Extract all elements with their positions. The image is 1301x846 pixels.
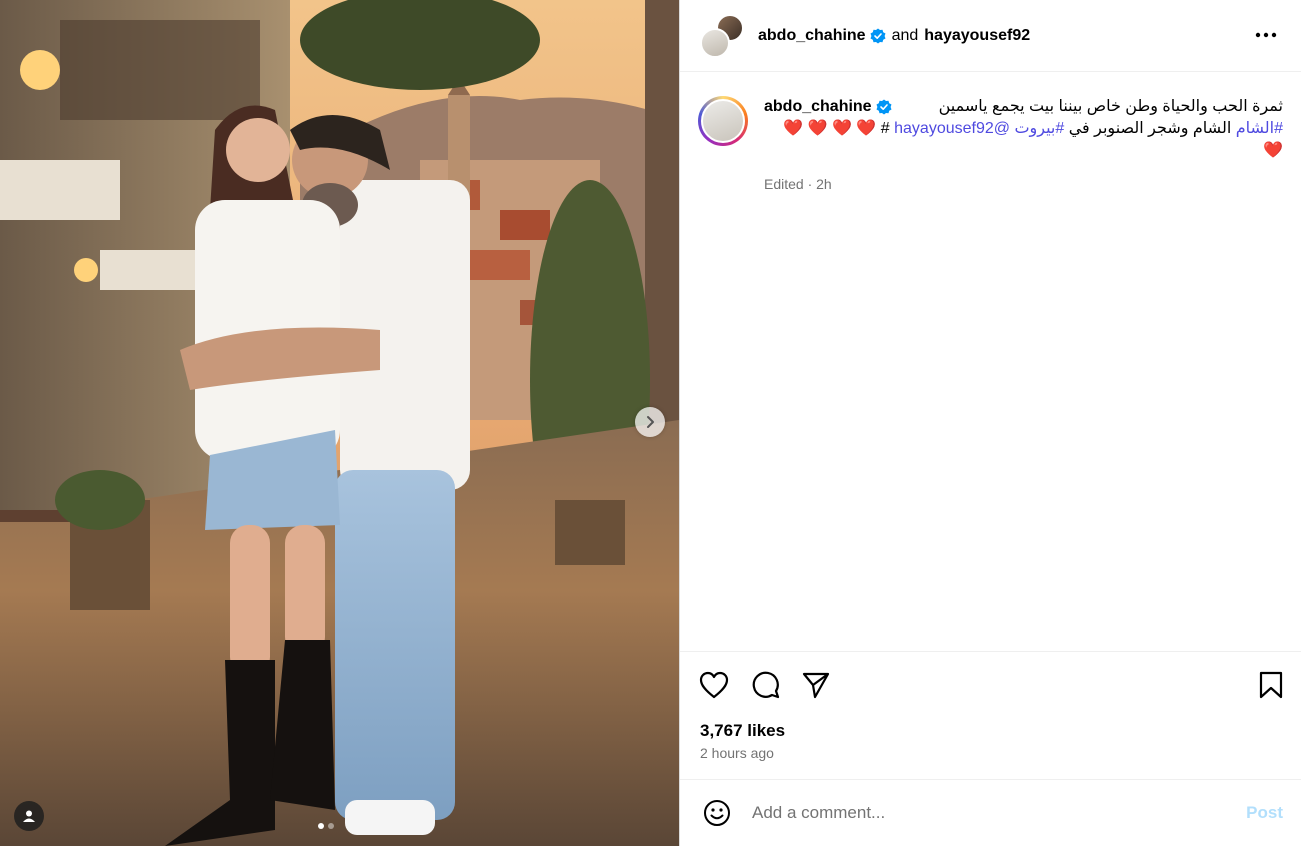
comment-button[interactable]: [749, 669, 781, 701]
comment-input[interactable]: [752, 803, 1247, 823]
carousel-dot-active: [318, 823, 324, 829]
edited-timestamp: Edited · 2h: [764, 176, 832, 192]
comment-icon: [752, 671, 780, 698]
tagged-users-button[interactable]: [14, 801, 44, 831]
author-avatar: [700, 27, 730, 58]
hashtag-beirut[interactable]: #بيروت: [1014, 120, 1064, 137]
collab-avatars[interactable]: [700, 13, 744, 58]
send-icon: [802, 672, 830, 698]
caption-avatar[interactable]: [698, 96, 748, 146]
collaborator-username[interactable]: hayayousef92: [924, 27, 1030, 45]
person-icon: [23, 810, 35, 822]
bookmark-icon: [1259, 671, 1283, 699]
caption-line-1: abdo_chahine ثمرة الحب والحياة وطن خاص ب…: [764, 96, 1283, 118]
more-options-icon: [1255, 32, 1277, 38]
comment-bar: Post: [680, 779, 1301, 846]
post-time: 2 hours ago: [700, 745, 774, 761]
post-comment-button[interactable]: Post: [1246, 803, 1283, 823]
author-username[interactable]: abdo_chahine: [758, 27, 866, 45]
carousel-indicator: [318, 823, 334, 829]
hash-suffix: #: [880, 120, 890, 137]
caption-line-2: #الشام الشام وشجر الصنوبر في #بيروت @hay…: [764, 118, 1283, 162]
share-button[interactable]: [800, 669, 832, 701]
mention-link[interactable]: @hayayousef92: [894, 120, 1010, 137]
chevron-right-icon: [647, 416, 654, 428]
emoji-icon: [704, 800, 730, 826]
next-slide-button[interactable]: [635, 407, 665, 437]
save-button[interactable]: [1255, 669, 1287, 701]
caption-avatar-image: [701, 99, 745, 143]
post-caption: abdo_chahine ثمرة الحب والحياة وطن خاص ب…: [680, 72, 1301, 651]
verified-badge-icon: [876, 99, 892, 115]
verified-badge-icon: [870, 28, 886, 43]
likes-count[interactable]: 3,767 likes: [680, 717, 1301, 743]
caption-text-line1: ثمرة الحب والحياة وطن خاص بيننا بيت يجمع…: [938, 98, 1283, 115]
post-dialog: abdo_chahine and hayayousef92 abdo_chahi…: [0, 0, 1301, 846]
action-bar: [680, 651, 1301, 717]
caption-username[interactable]: abdo_chahine: [764, 96, 872, 118]
hashtag-sham[interactable]: #الشام: [1236, 120, 1283, 137]
caption-body: abdo_chahine ثمرة الحب والحياة وطن خاص ب…: [764, 96, 1283, 651]
post-header: abdo_chahine and hayayousef92: [680, 0, 1301, 72]
heart-icon: [699, 671, 729, 698]
post-media: [0, 0, 679, 846]
post-photo: [0, 0, 679, 846]
header-joiner: and: [891, 26, 919, 44]
more-options-button[interactable]: [1253, 22, 1279, 48]
caption-text-line2: الشام وشجر الصنوبر في: [1064, 120, 1232, 137]
carousel-dot: [328, 823, 334, 829]
header-names: abdo_chahine and hayayousef92: [758, 27, 1030, 45]
like-button[interactable]: [698, 669, 730, 701]
emoji-button[interactable]: [702, 798, 732, 828]
post-sidebar: abdo_chahine and hayayousef92 abdo_chahi…: [679, 0, 1301, 846]
